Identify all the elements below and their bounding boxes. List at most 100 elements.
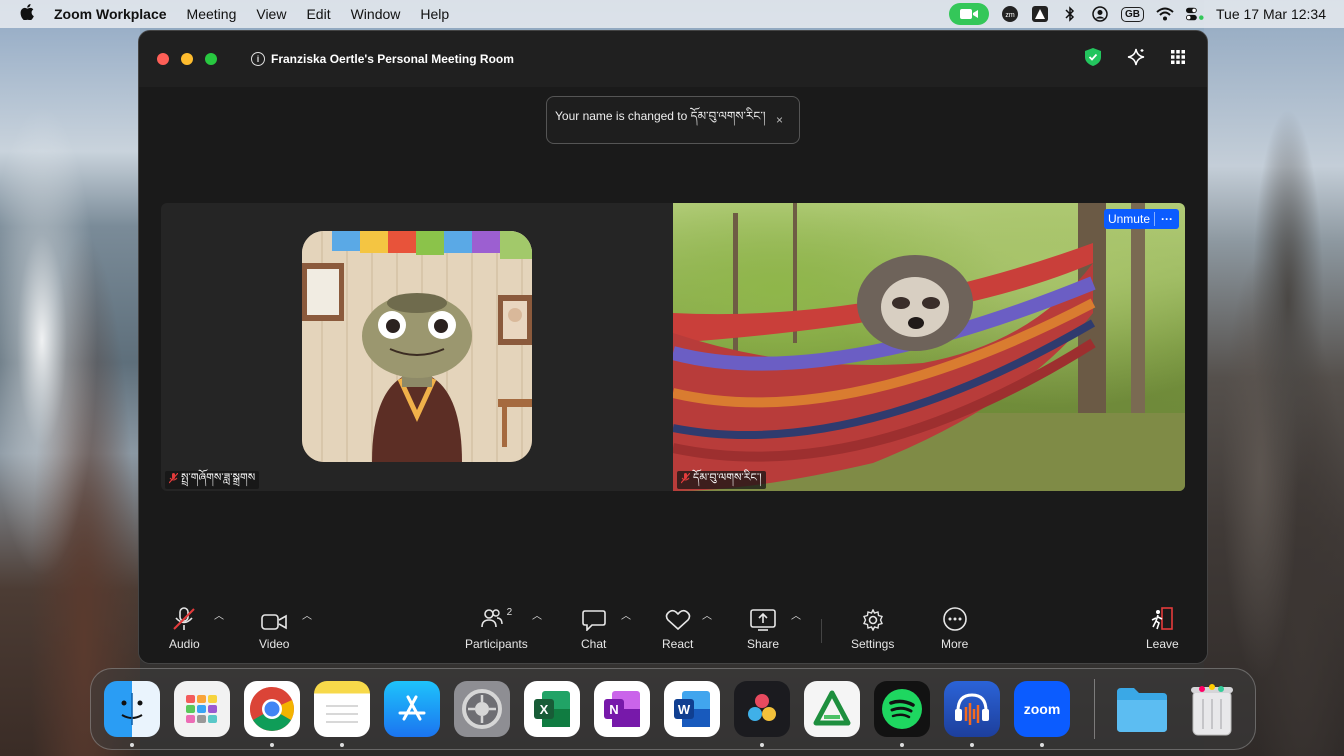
react-label: React: [662, 637, 694, 651]
react-button[interactable]: React: [662, 607, 693, 651]
security-shield-icon[interactable]: [1085, 47, 1101, 71]
zoom-menu-extra-icon[interactable]: zm: [1001, 6, 1019, 22]
onenote-icon[interactable]: N: [594, 681, 650, 737]
unmute-button[interactable]: Unmute: [1104, 212, 1155, 226]
participants-icon: [480, 608, 503, 631]
participant-name-right: དོམ་བུ་ལགས་རིང་།: [693, 471, 762, 484]
share-button[interactable]: Share: [747, 607, 779, 651]
bluetooth-icon[interactable]: [1061, 6, 1079, 22]
chat-options-caret-icon[interactable]: ︿: [621, 607, 631, 622]
chat-button[interactable]: Chat: [581, 607, 606, 651]
menu-view[interactable]: View: [246, 6, 296, 22]
spotify-icon[interactable]: [874, 681, 930, 737]
ai-companion-sparkle-icon[interactable]: [1127, 48, 1145, 71]
gear-icon: [862, 607, 884, 631]
notification-text: Your name is changed to དོམ་བུ་ལགས་རིང་།: [555, 109, 766, 123]
word-icon[interactable]: W: [664, 681, 720, 737]
participant-video-tile-right[interactable]: Unmute ··· དོམ་བུ་ལགས་རིང་།: [673, 203, 1185, 491]
video-button[interactable]: Video: [259, 607, 289, 651]
name-changed-notification: Your name is changed to དོམ་བུ་ལགས་རིང་།…: [546, 96, 800, 144]
video-options-caret-icon[interactable]: ︿: [302, 607, 312, 622]
menu-edit[interactable]: Edit: [296, 6, 340, 22]
unmute-control: Unmute ···: [1103, 209, 1179, 229]
app-store-icon[interactable]: [384, 681, 440, 737]
trash-icon[interactable]: [1184, 681, 1240, 737]
zoom-running-indicator: [1040, 743, 1044, 747]
toolbar-divider: [821, 619, 822, 643]
leave-label: Leave: [1146, 637, 1179, 651]
muted-mic-mini-icon: [168, 472, 179, 487]
finder-icon[interactable]: [104, 681, 160, 737]
fullscreen-window-button[interactable]: [205, 53, 217, 65]
spotify-running-indicator: [900, 743, 904, 747]
close-window-button[interactable]: [157, 53, 169, 65]
participant-avatar-image: [302, 231, 532, 462]
minimize-window-button[interactable]: [181, 53, 193, 65]
chat-bubble-icon: [581, 607, 606, 631]
menu-bar: Zoom Workplace Meeting View Edit Window …: [0, 0, 1344, 28]
davinci-resolve-icon[interactable]: [734, 681, 790, 737]
notification-close-button[interactable]: ×: [776, 113, 783, 127]
participants-button[interactable]: 2 Participants: [465, 607, 528, 651]
apple-menu-icon[interactable]: [0, 3, 54, 25]
finder-running-indicator: [130, 743, 134, 747]
svg-text:W: W: [678, 702, 691, 717]
menu-help[interactable]: Help: [410, 6, 459, 22]
participant-name-tag-right: དོམ་བུ་ལགས་རིང་།: [677, 471, 766, 489]
affinity-menu-icon[interactable]: [1031, 6, 1049, 22]
system-settings-icon[interactable]: [454, 681, 510, 737]
hammock-video-frame: [673, 203, 1185, 491]
participants-options-caret-icon[interactable]: ︿: [532, 607, 542, 622]
participants-count: 2: [506, 607, 513, 618]
window-titlebar[interactable]: i Franziska Oertle's Personal Meeting Ro…: [139, 31, 1207, 87]
keyboard-input-badge[interactable]: GB: [1121, 6, 1144, 22]
participant-name-tag-left: སྤྲ་གཞོགས་ཟླ་སྒྲགས: [165, 471, 260, 489]
audacity-running-indicator: [970, 743, 974, 747]
excel-icon[interactable]: X: [524, 681, 580, 737]
apps-grid-icon[interactable]: [1171, 49, 1185, 69]
menu-app-name[interactable]: Zoom Workplace: [54, 6, 177, 22]
menu-clock[interactable]: Tue 17 Mar 12:34: [1216, 6, 1326, 22]
more-dots-icon: [942, 607, 967, 631]
control-center-icon[interactable]: [1186, 6, 1204, 22]
notes-icon[interactable]: [314, 681, 370, 737]
audio-button[interactable]: Audio: [169, 607, 200, 651]
participant-more-button[interactable]: ···: [1155, 212, 1179, 226]
launchpad-icon[interactable]: [174, 681, 230, 737]
video-label: Video: [259, 637, 290, 651]
leave-button[interactable]: Leave: [1146, 607, 1179, 651]
svg-text:zm: zm: [1005, 12, 1015, 19]
audio-options-caret-icon[interactable]: ︿: [214, 607, 224, 622]
settings-button[interactable]: Settings: [851, 607, 894, 651]
desktop-wallpaper-left: [0, 0, 140, 756]
audio-label: Audio: [169, 637, 200, 651]
wifi-icon[interactable]: [1156, 6, 1174, 22]
meeting-info-icon[interactable]: i: [251, 52, 265, 66]
more-button[interactable]: More: [941, 607, 968, 651]
audacity-icon[interactable]: [944, 681, 1000, 737]
camera-in-use-icon[interactable]: [949, 3, 989, 25]
meeting-title-text: Franziska Oertle's Personal Meeting Room: [271, 52, 514, 66]
svg-text:N: N: [609, 702, 618, 717]
settings-label: Settings: [851, 637, 895, 651]
chrome-running-indicator: [270, 743, 274, 747]
share-options-caret-icon[interactable]: ︿: [791, 607, 801, 622]
meeting-title: i Franziska Oertle's Personal Meeting Ro…: [251, 52, 514, 66]
meeting-toolbar: Audio ︿ Video ︿ 2 Participants ︿ Chat ︿ …: [139, 597, 1207, 663]
svg-text:X: X: [540, 702, 549, 717]
folder-icon[interactable]: [1114, 681, 1170, 737]
leave-door-icon: [1150, 607, 1174, 631]
chrome-icon[interactable]: [244, 681, 300, 737]
muted-microphone-icon: [173, 607, 196, 631]
user-account-icon[interactable]: [1091, 6, 1109, 22]
heart-react-icon: [665, 607, 691, 631]
chat-label: Chat: [581, 637, 607, 651]
dock-separator: [1094, 679, 1095, 739]
menu-meeting[interactable]: Meeting: [177, 6, 247, 22]
react-options-caret-icon[interactable]: ︿: [702, 607, 712, 622]
affinity-icon[interactable]: [804, 681, 860, 737]
participant-video-tile-left[interactable]: སྤྲ་གཞོགས་ཟླ་སྒྲགས: [161, 203, 673, 491]
menu-window[interactable]: Window: [341, 6, 411, 22]
zoom-app-icon[interactable]: zoom: [1014, 681, 1070, 737]
participant-name-left: སྤྲ་གཞོགས་ཟླ་སྒྲགས: [181, 471, 256, 484]
